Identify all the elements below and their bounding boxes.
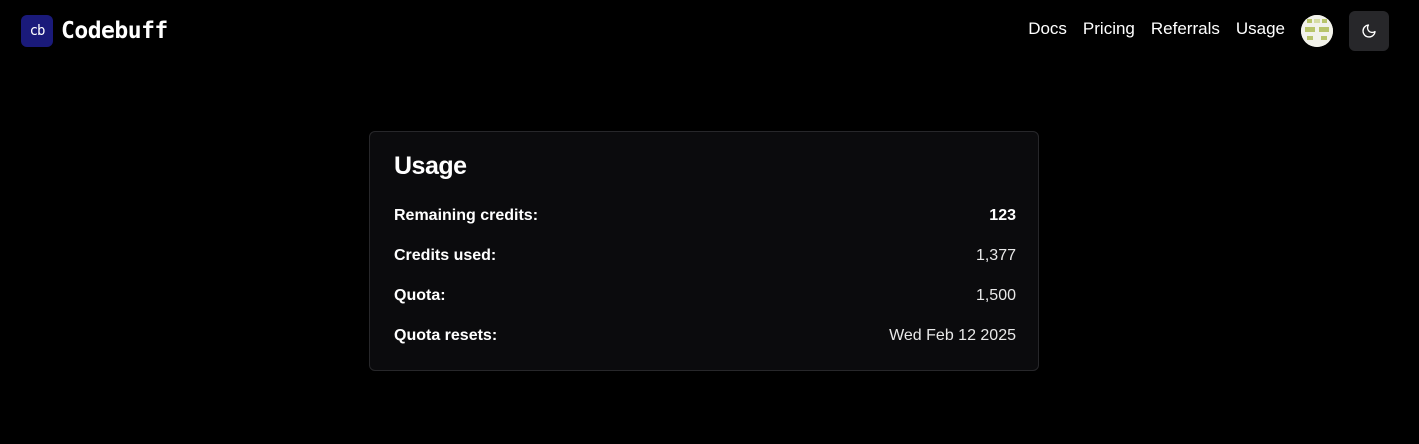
codebuff-logo-icon: cb [21,15,53,47]
nav-link-pricing[interactable]: Pricing [1083,19,1135,39]
nav-links: Docs Pricing Referrals Usage [1028,19,1285,39]
avatar-pattern-icon [1301,15,1333,47]
theme-toggle-button[interactable] [1349,11,1389,51]
quota-resets-row: Quota resets: Wed Feb 12 2025 [394,327,1016,345]
remaining-credits-label: Remaining credits: [394,207,539,224]
quota-resets-value: Wed Feb 12 2025 [889,327,1016,344]
credits-used-label: Credits used: [394,247,497,264]
quota-resets-label: Quota resets: [394,327,498,344]
remaining-credits-row: Remaining credits: 123 [394,207,1016,225]
nav-link-usage[interactable]: Usage [1236,19,1285,39]
quota-row: Quota: 1,500 [394,287,1016,305]
user-avatar[interactable] [1301,15,1333,47]
brand-home-link[interactable]: cb Codebuff [21,15,168,47]
nav-link-docs[interactable]: Docs [1028,19,1067,39]
moon-icon [1362,24,1376,38]
credits-used-row: Credits used: 1,377 [394,247,1016,265]
brand-name: Codebuff [61,18,168,44]
nav-link-referrals[interactable]: Referrals [1151,19,1220,39]
quota-value: 1,500 [975,287,1016,304]
usage-card: Usage Remaining credits: 123 Credits use… [369,131,1039,371]
credits-used-value: 1,377 [975,247,1016,264]
quota-label: Quota: [394,287,446,304]
usage-title: Usage [394,152,467,180]
remaining-credits-value: 123 [989,207,1016,224]
top-navbar: cb Codebuff Docs Pricing Referrals Usage [0,0,1419,62]
